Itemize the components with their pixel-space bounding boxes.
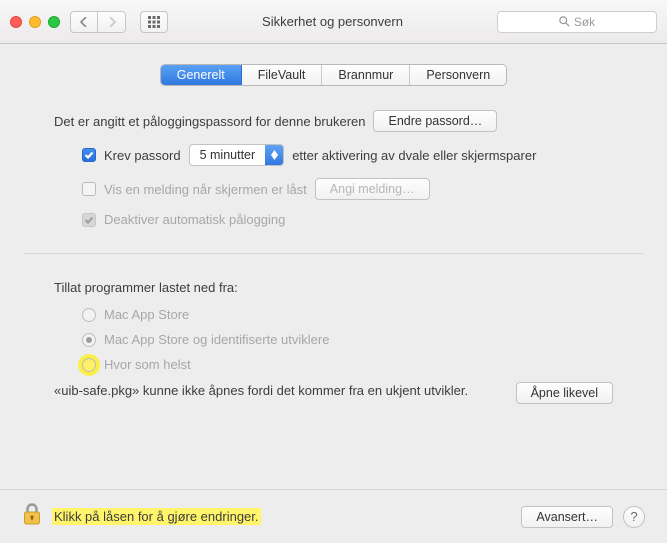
after-sleep-label: etter aktivering av dvale eller skjermsp… bbox=[292, 148, 536, 163]
allow-mas-dev-label: Mac App Store og identifiserte utviklere bbox=[104, 332, 329, 347]
close-window-button[interactable] bbox=[10, 16, 22, 28]
minimize-window-button[interactable] bbox=[29, 16, 41, 28]
stepper-arrows-icon bbox=[265, 145, 283, 165]
disable-auto-login-label: Deaktiver automatisk pålogging bbox=[104, 212, 285, 227]
titlebar: Sikkerhet og personvern Søk bbox=[0, 0, 667, 44]
lock-icon[interactable] bbox=[22, 502, 42, 531]
require-password-checkbox[interactable] bbox=[82, 148, 96, 162]
show-message-label: Vis en melding når skjermen er låst bbox=[104, 182, 307, 197]
window-title: Sikkerhet og personvern bbox=[178, 14, 487, 29]
footer: Klikk på låsen for å gjøre endringer. Av… bbox=[0, 489, 667, 543]
show-all-button[interactable] bbox=[140, 11, 168, 33]
search-placeholder: Søk bbox=[574, 15, 595, 29]
tab-general[interactable]: Generelt bbox=[161, 65, 242, 85]
window-controls bbox=[10, 16, 60, 28]
allow-anywhere-radio bbox=[82, 358, 96, 372]
set-lock-message-button: Angi melding… bbox=[315, 178, 430, 200]
tab-filevault[interactable]: FileVault bbox=[242, 65, 323, 85]
disable-auto-login-checkbox bbox=[82, 213, 96, 227]
nav-buttons bbox=[70, 11, 126, 33]
tab-bar: Generelt FileVault Brannmur Personvern bbox=[0, 64, 667, 86]
help-button[interactable]: ? bbox=[623, 506, 645, 528]
show-message-checkbox bbox=[82, 182, 96, 196]
zoom-window-button[interactable] bbox=[48, 16, 60, 28]
content: Generelt FileVault Brannmur Personvern D… bbox=[0, 44, 667, 543]
delay-value: 5 minutter bbox=[190, 148, 266, 162]
search-icon bbox=[559, 16, 570, 27]
allow-mas-label: Mac App Store bbox=[104, 307, 189, 322]
tab-firewall[interactable]: Brannmur bbox=[322, 65, 410, 85]
allow-anywhere-label: Hvor som helst bbox=[104, 357, 191, 372]
allow-mas-radio bbox=[82, 308, 96, 322]
forward-button[interactable] bbox=[98, 11, 126, 33]
advanced-button[interactable]: Avansert… bbox=[521, 506, 613, 528]
require-password-label: Krev passord bbox=[104, 148, 181, 163]
change-password-button[interactable]: Endre passord… bbox=[373, 110, 497, 132]
tab-privacy[interactable]: Personvern bbox=[410, 65, 506, 85]
allow-apps-title: Tillat programmer lastet ned fra: bbox=[54, 280, 613, 295]
lock-hint-text: Klikk på låsen for å gjøre endringer. bbox=[52, 508, 261, 525]
blocked-app-message: «uib-safe.pkg» kunne ikke åpnes fordi de… bbox=[54, 382, 500, 400]
back-button[interactable] bbox=[70, 11, 98, 33]
require-password-delay-select[interactable]: 5 minutter bbox=[189, 144, 285, 166]
open-anyway-button[interactable]: Åpne likevel bbox=[516, 382, 613, 404]
login-password-label: Det er angitt et påloggingspassord for d… bbox=[54, 114, 365, 129]
allow-mas-dev-radio bbox=[82, 333, 96, 347]
search-field[interactable]: Søk bbox=[497, 11, 657, 33]
